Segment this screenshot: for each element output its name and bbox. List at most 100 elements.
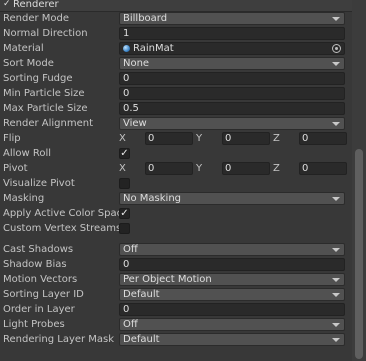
masking-label: Masking: [3, 193, 45, 204]
motion-vectors-label: Motion Vectors: [3, 274, 78, 285]
sort-mode-row: Sort Mode None: [0, 56, 352, 71]
rendering-layer-mask-dropdown[interactable]: Default: [119, 333, 345, 346]
render-mode-dropdown[interactable]: Billboard: [119, 12, 345, 25]
cast-shadows-label: Cast Shadows: [3, 244, 74, 255]
rendering-layer-mask-row: Rendering Layer Mask Default: [0, 332, 352, 347]
sorting-fudge-row: Sorting Fudge 0: [0, 71, 352, 86]
cast-shadows-dropdown[interactable]: Off: [119, 243, 345, 256]
light-probes-row: Light Probes Off: [0, 317, 352, 332]
normal-direction-row: Normal Direction 1: [0, 26, 352, 41]
pivot-y-value: 0: [225, 163, 232, 174]
render-mode-value: Billboard: [123, 13, 168, 24]
render-alignment-value: View: [123, 118, 147, 129]
light-probes-value: Off: [123, 319, 138, 330]
apply-active-color-space-label: Apply Active Color Space: [3, 208, 119, 219]
render-mode-label: Render Mode: [3, 13, 70, 24]
flip-z-field[interactable]: 0: [299, 132, 347, 145]
masking-row: Masking No Masking: [0, 191, 352, 206]
flip-z-value: 0: [302, 133, 309, 144]
pivot-y-label: Y: [196, 163, 203, 174]
apply-active-color-space-checkbox[interactable]: ✓: [119, 208, 130, 219]
sorting-layer-id-value: Default: [123, 289, 160, 300]
chevron-down-icon: [332, 338, 340, 342]
light-probes-dropdown[interactable]: Off: [119, 318, 345, 331]
flip-z-label: Z: [273, 133, 280, 144]
custom-vertex-streams-checkbox[interactable]: [119, 223, 130, 234]
object-picker-icon[interactable]: [332, 44, 341, 53]
apply-active-color-space-row: Apply Active Color Space ✓: [0, 206, 352, 221]
masking-value: No Masking: [123, 193, 181, 204]
normal-direction-value: 1: [123, 28, 130, 39]
min-particle-size-value: 0: [123, 88, 130, 99]
rendering-layer-mask-value: Default: [123, 334, 160, 345]
pivot-z-label: Z: [273, 163, 280, 174]
flip-x-field[interactable]: 0: [145, 132, 193, 145]
normal-direction-field[interactable]: 1: [119, 27, 345, 40]
rendering-layer-mask-label: Rendering Layer Mask: [3, 334, 115, 345]
flip-x-value: 0: [148, 133, 155, 144]
max-particle-size-row: Max Particle Size 0.5: [0, 101, 352, 116]
sort-mode-dropdown[interactable]: None: [119, 57, 345, 70]
flip-y-value: 0: [225, 133, 232, 144]
sorting-layer-id-label: Sorting Layer ID: [3, 289, 84, 300]
max-particle-size-label: Max Particle Size: [3, 103, 88, 114]
material-label: Material: [3, 43, 44, 54]
pivot-y-field[interactable]: 0: [222, 162, 270, 175]
chevron-down-icon: [332, 17, 340, 21]
min-particle-size-field[interactable]: 0: [119, 87, 345, 100]
allow-roll-row: Allow Roll ✓: [0, 146, 352, 161]
chevron-down-icon: [332, 62, 340, 66]
render-alignment-dropdown[interactable]: View: [119, 117, 345, 130]
custom-vertex-streams-row: Custom Vertex Streams: [0, 221, 352, 236]
min-particle-size-label: Min Particle Size: [3, 88, 85, 99]
shadow-bias-field[interactable]: 0: [119, 258, 345, 271]
render-alignment-row: Render Alignment View: [0, 116, 352, 131]
pivot-label: Pivot: [3, 163, 28, 174]
visualize-pivot-checkbox[interactable]: [119, 178, 130, 189]
render-mode-row: Render Mode Billboard: [0, 11, 352, 26]
cast-shadows-value: Off: [123, 244, 138, 255]
pivot-z-value: 0: [302, 163, 309, 174]
pivot-row: Pivot X 0 Y 0 Z 0: [0, 161, 352, 176]
shadow-bias-value: 0: [123, 259, 130, 270]
scrollbar-thumb[interactable]: [355, 149, 363, 359]
pivot-x-value: 0: [148, 163, 155, 174]
chevron-down-icon: [332, 197, 340, 201]
sorting-fudge-value: 0: [123, 73, 130, 84]
flip-y-label: Y: [196, 133, 203, 144]
material-row: Material RainMat: [0, 41, 352, 56]
flip-y-field[interactable]: 0: [222, 132, 270, 145]
normal-direction-label: Normal Direction: [3, 28, 88, 39]
max-particle-size-field[interactable]: 0.5: [119, 102, 345, 115]
visualize-pivot-row: Visualize Pivot: [0, 176, 352, 191]
pivot-z-field[interactable]: 0: [299, 162, 347, 175]
order-in-layer-field[interactable]: 0: [119, 303, 345, 316]
allow-roll-label: Allow Roll: [3, 148, 52, 159]
render-alignment-label: Render Alignment: [3, 118, 94, 129]
material-sphere-icon: [123, 45, 130, 52]
min-particle-size-row: Min Particle Size 0: [0, 86, 352, 101]
shadow-bias-label: Shadow Bias: [3, 259, 67, 270]
visualize-pivot-label: Visualize Pivot: [3, 178, 75, 189]
pivot-x-label: X: [119, 163, 126, 174]
light-probes-label: Light Probes: [3, 319, 65, 330]
order-in-layer-row: Order in Layer 0: [0, 302, 352, 317]
sorting-fudge-field[interactable]: 0: [119, 72, 345, 85]
chevron-down-icon: [332, 278, 340, 282]
vertical-scrollbar[interactable]: [352, 0, 366, 361]
cast-shadows-row: Cast Shadows Off: [0, 242, 352, 257]
chevron-down-icon: [332, 323, 340, 327]
material-object-field[interactable]: RainMat: [119, 42, 345, 55]
motion-vectors-dropdown[interactable]: Per Object Motion: [119, 273, 345, 286]
sorting-layer-id-row: Sorting Layer ID Default: [0, 287, 352, 302]
masking-dropdown[interactable]: No Masking: [119, 192, 345, 205]
material-value: RainMat: [133, 43, 174, 54]
sort-mode-value: None: [123, 58, 150, 69]
max-particle-size-value: 0.5: [123, 103, 139, 114]
flip-label: Flip: [3, 133, 21, 144]
renderer-enabled-checkbox[interactable]: ✓: [3, 0, 12, 9]
pivot-x-field[interactable]: 0: [145, 162, 193, 175]
allow-roll-checkbox[interactable]: ✓: [119, 148, 130, 159]
sorting-layer-id-dropdown[interactable]: Default: [119, 288, 345, 301]
renderer-properties: Render Mode Billboard Normal Direction 1…: [0, 11, 352, 347]
